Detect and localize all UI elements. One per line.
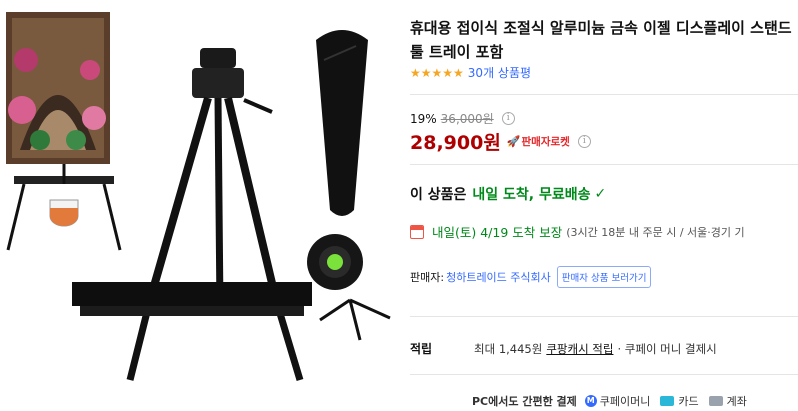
card-label: 카드 <box>678 395 699 408</box>
arrival-row: 내일(토) 4/19 도착 보장 (3시간 18분 내 주문 시 / 서울·경기… <box>410 222 745 241</box>
price-row: 28,900원 🚀 판매자로켓 i <box>410 128 591 155</box>
carry-bag <box>316 30 368 216</box>
payment-row: PC에서도 간편한 결제 M 쿠페이머니 카드 계좌 <box>472 393 757 409</box>
arrival-date: 내일(토) 4/19 도착 보장 <box>432 225 563 240</box>
discount-row: 19% 36,000원 i <box>410 110 515 127</box>
seller-label: 판매자: <box>410 271 445 284</box>
seller-row: 판매자: 청하트레이드 주식회사 판매자 상품 보러가기 <box>410 266 652 288</box>
star-rating: ★★★★★ <box>410 66 464 80</box>
rating-row[interactable]: ★★★★★ 30개 상품평 <box>410 64 531 81</box>
payment-label: PC에서도 간편한 결제 <box>472 395 577 408</box>
product-title: 휴대용 접이식 조절식 알루미늄 금속 이젤 디스플레이 스탠드 툴 트레이 포… <box>410 19 792 61</box>
product-info: 휴대용 접이식 조절식 알루미늄 금속 이젤 디스플레이 스탠드 툴 트레이 포… <box>410 0 798 411</box>
product-image <box>6 12 391 382</box>
rocket-info-icon[interactable]: i <box>577 135 591 148</box>
discount-rate: 19% <box>410 111 437 126</box>
original-price: 36,000원 <box>440 112 494 126</box>
cash-reward-link[interactable]: 쿠팡캐시 적립 <box>546 341 613 357</box>
rocket-label: 판매자로켓 <box>521 136 570 148</box>
divider <box>410 94 798 95</box>
arrival-note: (3시간 18분 내 주문 시 / 서울·경기 기 <box>566 225 745 239</box>
divider <box>410 164 798 165</box>
card-option[interactable]: 카드 <box>660 393 699 409</box>
delivery-summary: 이 상품은 내일 도착, 무료배송 ✓ <box>410 184 606 204</box>
points-suffix: · 쿠페이 머니 결제시 <box>617 341 717 356</box>
sale-price: 28,900원 <box>410 132 501 154</box>
product-image-area[interactable] <box>0 0 400 411</box>
calendar-icon <box>410 224 424 239</box>
points-label: 적립 <box>410 342 433 356</box>
star-icons: ★★★★★ <box>410 65 464 80</box>
rocket-badge: 🚀 판매자로켓 <box>507 134 570 149</box>
card-icon <box>660 396 675 406</box>
coupay-option[interactable]: M 쿠페이머니 <box>584 393 651 409</box>
delivery-prefix: 이 상품은 <box>410 187 467 203</box>
easel-tray <box>72 282 312 306</box>
coupay-label: 쿠페이머니 <box>599 395 651 408</box>
points-row: 적립 최대 1,445원 쿠팡캐시 적립 · 쿠페이 머니 결제시 <box>410 340 717 357</box>
bank-label: 계좌 <box>726 395 747 408</box>
points-amount: 최대 1,445원 <box>474 341 543 356</box>
coupay-icon: M <box>584 395 597 407</box>
seller-products-button[interactable]: 판매자 상품 보러가기 <box>556 266 652 288</box>
seller-name-link[interactable]: 청하트레이드 주식회사 <box>446 269 551 285</box>
info-icon[interactable]: i <box>501 112 515 125</box>
divider <box>410 374 798 375</box>
rocket-icon: 🚀 <box>506 135 521 148</box>
easel-head <box>200 48 236 68</box>
divider <box>410 316 798 317</box>
check-icon: ✓ <box>594 186 607 202</box>
review-count-link[interactable]: 30개 상품평 <box>468 64 531 81</box>
bank-option[interactable]: 계좌 <box>708 393 747 409</box>
bank-icon <box>708 396 723 406</box>
delivery-highlight: 내일 도착, 무료배송 <box>472 187 591 203</box>
